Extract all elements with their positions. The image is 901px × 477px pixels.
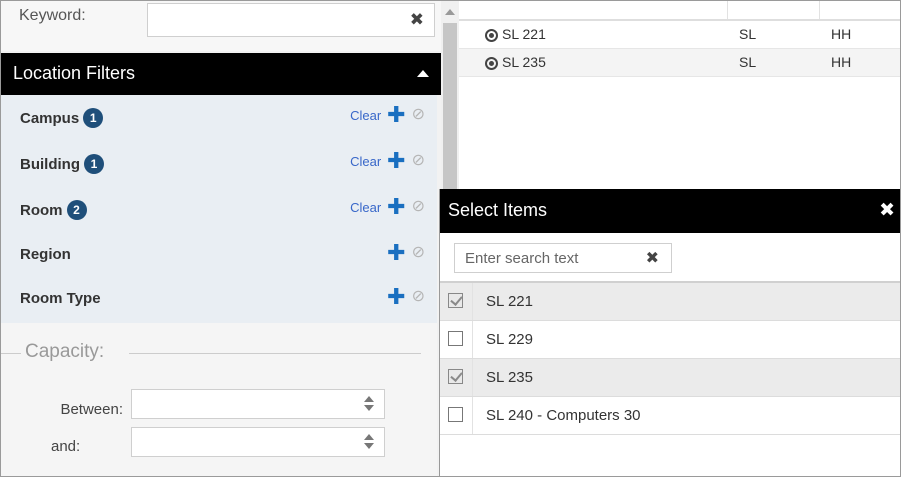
grid-header [459, 1, 900, 21]
filter-label: Room Type [20, 290, 101, 307]
filter-pane: Keyword: ✖ Location Filters Campus 1 Cle… [1, 1, 441, 476]
keyword-label: Keyword: [19, 7, 86, 24]
clear-link[interactable]: Clear [350, 154, 381, 169]
target-icon [485, 56, 498, 70]
count-badge: 1 [83, 108, 104, 128]
block-icon[interactable]: ⊘ [412, 197, 425, 217]
app-frame: Keyword: ✖ Location Filters Campus 1 Cle… [0, 0, 901, 477]
search-box: ✖ [454, 243, 672, 273]
location-filters-title: Location Filters [13, 63, 136, 83]
checkbox[interactable] [448, 369, 463, 384]
location-filters-header[interactable]: Location Filters [1, 53, 441, 95]
room-campus: SL [739, 26, 757, 42]
room-name: SL 221 [502, 26, 546, 42]
block-icon[interactable]: ⊘ [412, 151, 425, 171]
checkbox[interactable] [448, 407, 463, 422]
results-grid: SL 221 SL HH SL 235 SL HH [459, 1, 900, 191]
checkbox[interactable] [448, 331, 463, 346]
times-icon[interactable]: ✖ [410, 10, 424, 30]
spinner-icon[interactable] [364, 434, 374, 450]
divider [129, 353, 421, 354]
block-icon[interactable]: ⊘ [412, 105, 425, 125]
item-label: SL 235 [486, 369, 533, 386]
filter-building: Building 1 Clear ✚ ⊘ [1, 141, 437, 185]
list-item[interactable]: SL 229 [440, 321, 900, 359]
table-row[interactable]: SL 221 SL HH [459, 21, 900, 49]
item-label: SL 240 - Computers 30 [486, 407, 641, 424]
clear-link[interactable]: Clear [350, 200, 381, 215]
caret-up-icon[interactable] [417, 70, 429, 77]
table-row[interactable]: SL 235 SL HH [459, 49, 900, 77]
plus-icon[interactable]: ✚ [387, 196, 405, 218]
scroll-thumb[interactable] [443, 23, 457, 191]
spinner-icon[interactable] [364, 396, 374, 412]
filter-label: Room [20, 201, 63, 219]
item-label: SL 229 [486, 331, 533, 348]
count-badge: 2 [66, 200, 87, 220]
room-building: HH [831, 26, 852, 42]
count-badge: 1 [84, 154, 104, 174]
target-icon [485, 28, 498, 42]
plus-icon[interactable]: ✚ [387, 104, 405, 126]
room-name: SL 235 [502, 54, 546, 70]
divider [1, 353, 21, 354]
dialog-header: Select Items ✖ [440, 189, 900, 233]
capacity-section: Capacity: Between: and: [1, 323, 437, 476]
filter-room: Room 2 Clear ✚ ⊘ [1, 187, 437, 231]
filter-label: Campus [20, 109, 80, 127]
list-item[interactable]: SL 235 [440, 359, 900, 397]
list-item[interactable]: SL 240 - Computers 30 [440, 397, 900, 435]
filter-campus: Campus 1 Clear ✚ ⊘ [1, 95, 437, 139]
plus-icon[interactable]: ✚ [387, 150, 405, 172]
filter-room-type: Room Type ✚ ⊘ [1, 277, 437, 321]
and-label: and: [51, 438, 81, 455]
filter-label: Region [20, 246, 71, 263]
plus-icon[interactable]: ✚ [387, 242, 405, 264]
checkbox[interactable] [448, 293, 463, 308]
capacity-legend: Capacity: [25, 341, 105, 362]
clear-link[interactable]: Clear [350, 108, 381, 123]
list-item[interactable]: SL 221 [440, 283, 900, 321]
item-label: SL 221 [486, 293, 533, 310]
keyword-row: Keyword: ✖ [1, 1, 441, 51]
room-campus: SL [739, 54, 757, 70]
block-icon[interactable]: ⊘ [412, 243, 425, 263]
dialog-title: Select Items [448, 200, 548, 220]
plus-icon[interactable]: ✚ [387, 286, 405, 308]
times-icon[interactable]: ✖ [646, 248, 659, 268]
capacity-min-input[interactable] [131, 389, 385, 419]
keyword-input[interactable]: ✖ [147, 3, 435, 37]
select-items-dialog: Select Items ✖ ✖ SL 221 SL 229 SL 235 SL… [439, 189, 900, 476]
search-input[interactable] [455, 244, 655, 272]
block-icon[interactable]: ⊘ [412, 287, 425, 307]
between-label: Between: [60, 401, 123, 418]
close-icon[interactable]: ✖ [879, 199, 895, 222]
filter-label: Building [20, 155, 80, 173]
vertical-scrollbar[interactable] [441, 1, 459, 191]
location-filters-list: Campus 1 Clear ✚ ⊘ Building 1 Clear ✚ ⊘ [1, 95, 437, 323]
room-building: HH [831, 54, 852, 70]
filter-region: Region ✚ ⊘ [1, 233, 437, 277]
scroll-up-icon[interactable] [445, 9, 455, 15]
capacity-max-input[interactable] [131, 427, 385, 457]
